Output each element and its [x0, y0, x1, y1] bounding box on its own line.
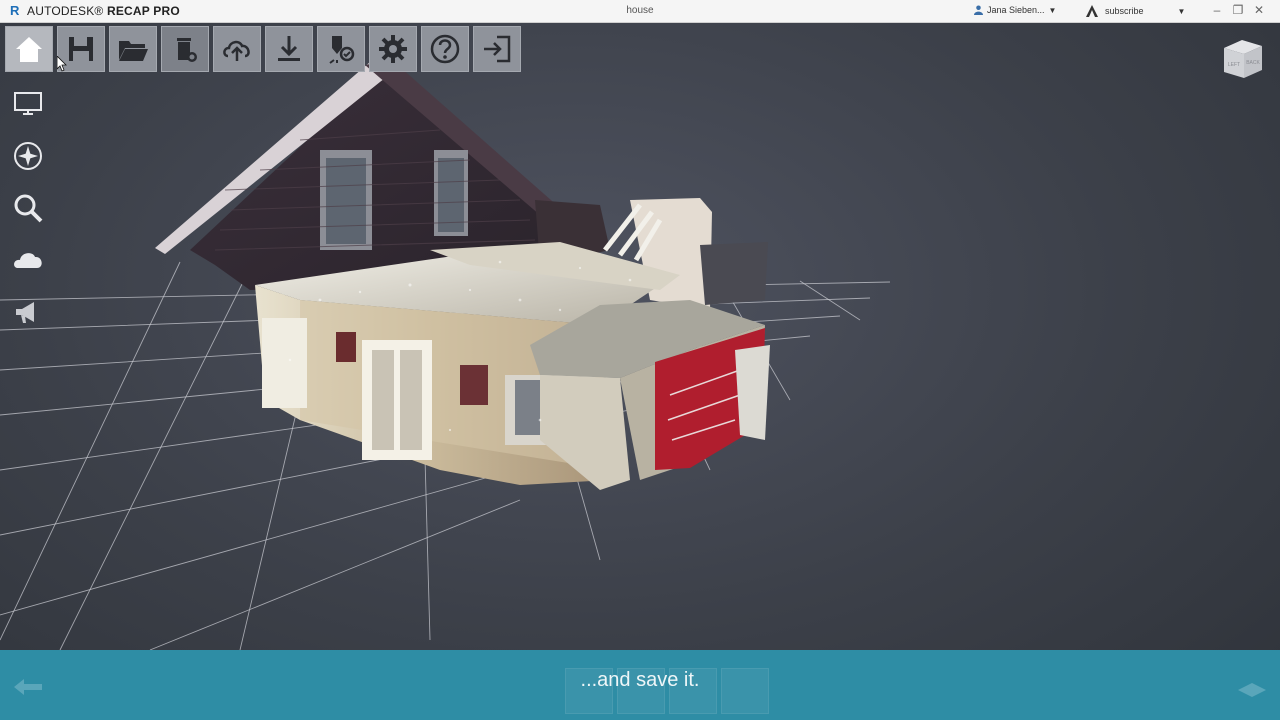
navigation-tool[interactable]: [10, 138, 46, 174]
user-name: Jana Sieben...: [987, 5, 1045, 15]
gear-icon: [379, 35, 407, 63]
viewcube-left-face: LEFT: [1228, 62, 1240, 68]
user-menu[interactable]: Jana Sieben... ▼: [974, 5, 1056, 15]
upload-button[interactable]: [213, 26, 261, 72]
chevron-down-icon: ▼: [1048, 5, 1057, 15]
pin-tag-icon: [329, 36, 355, 64]
settings-button[interactable]: [369, 26, 417, 72]
megaphone-icon: [16, 302, 34, 323]
restore-icon[interactable]: ❐: [1230, 3, 1246, 17]
layers-icon[interactable]: [1236, 680, 1268, 700]
main-toolbar: [5, 26, 521, 72]
viewcube-back-face: BACK: [1246, 60, 1260, 66]
exit-button[interactable]: [473, 26, 521, 72]
bottom-bar: ...and save it.: [0, 650, 1280, 720]
download-button[interactable]: [265, 26, 313, 72]
home-button[interactable]: [5, 26, 53, 72]
cloud-upload-icon: [223, 40, 250, 61]
search-icon: [14, 194, 43, 223]
home-icon: [16, 37, 42, 62]
search-tool[interactable]: [10, 190, 46, 226]
trash-icon: [177, 38, 197, 62]
markup-button[interactable]: [317, 26, 365, 72]
left-tool-rail: [10, 86, 46, 346]
chevron-down-icon: ▼: [1177, 6, 1186, 16]
announce-tool[interactable]: [10, 294, 46, 330]
minimize-icon[interactable]: –: [1209, 3, 1225, 17]
user-icon: [974, 5, 983, 15]
subscribe-label: subscribe: [1105, 6, 1144, 16]
help-icon: [430, 34, 460, 64]
point-cloud-viewport[interactable]: [0, 0, 1280, 720]
tutorial-caption: ...and save it.: [580, 669, 700, 691]
download-icon: [278, 36, 300, 61]
mouse-cursor-icon: [57, 56, 67, 72]
monitor-icon: [14, 92, 42, 115]
display-tool[interactable]: [10, 86, 46, 122]
autodesk-logo-icon: [1086, 5, 1098, 17]
open-button[interactable]: [109, 26, 157, 72]
folder-icon: [119, 41, 148, 61]
title-bar: R AUTODESK® RECAP PRO house Jana Sieben.…: [0, 0, 1280, 23]
delete-button[interactable]: [161, 26, 209, 72]
exit-icon: [484, 35, 511, 63]
cloud-icon: [14, 253, 42, 268]
save-icon: [69, 37, 93, 61]
view-cube[interactable]: LEFT BACK: [1218, 36, 1268, 86]
subscribe-menu[interactable]: subscribe ▼: [1085, 5, 1185, 17]
cloud-tool[interactable]: [10, 242, 46, 278]
close-icon[interactable]: ✕: [1251, 3, 1267, 17]
compass-icon: [14, 142, 42, 170]
front-extension-pointcloud: [530, 300, 770, 490]
help-button[interactable]: [421, 26, 469, 72]
